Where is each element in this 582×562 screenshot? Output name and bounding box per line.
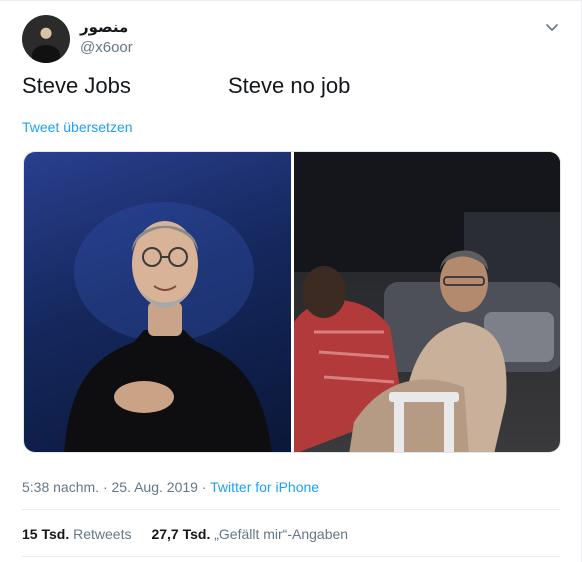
likes-label: „Gefällt mir“-Angaben — [214, 526, 349, 542]
translate-link[interactable]: Tweet übersetzen — [22, 119, 133, 135]
meta-separator: · — [99, 479, 112, 495]
tweet-text-left: Steve Jobs — [22, 73, 131, 98]
photo-right-illustration — [294, 152, 560, 452]
tweet-source-link[interactable]: Twitter for iPhone — [210, 479, 319, 495]
tweet-text-right: Steve no job — [228, 73, 351, 98]
photo-left-illustration — [64, 202, 272, 452]
tweet-date[interactable]: 25. Aug. 2019 — [112, 479, 198, 495]
retweets-label: Retweets — [73, 526, 132, 542]
photo-steve-jobs[interactable] — [24, 152, 291, 452]
tweet-card: منصور @x6oor Steve Jobs Steve no job Twe… — [0, 0, 582, 562]
retweets-stat[interactable]: 15 Tsd. Retweets — [22, 526, 131, 542]
media-grid — [23, 151, 561, 453]
tweet-meta: 5:38 nachm. · 25. Aug. 2019 · Twitter fo… — [22, 479, 319, 495]
retweets-count: 15 Tsd. — [22, 526, 70, 542]
avatar[interactable] — [22, 15, 70, 63]
photo-steve-no-job[interactable] — [294, 152, 560, 452]
tweet-stats: 15 Tsd. Retweets 27,7 Tsd. „Gefällt mir“-… — [22, 526, 348, 542]
divider-bottom — [22, 556, 560, 557]
display-name[interactable]: منصور — [80, 18, 128, 36]
likes-count: 27,7 Tsd. — [151, 526, 211, 542]
chevron-down-icon[interactable] — [544, 19, 560, 35]
tweet-time[interactable]: 5:38 nachm. — [22, 479, 99, 495]
likes-stat[interactable]: 27,7 Tsd. „Gefällt mir“-Angaben — [151, 526, 348, 542]
divider-top — [22, 509, 560, 510]
meta-separator-2: · — [197, 479, 211, 495]
user-handle[interactable]: @x6oor — [80, 39, 133, 56]
